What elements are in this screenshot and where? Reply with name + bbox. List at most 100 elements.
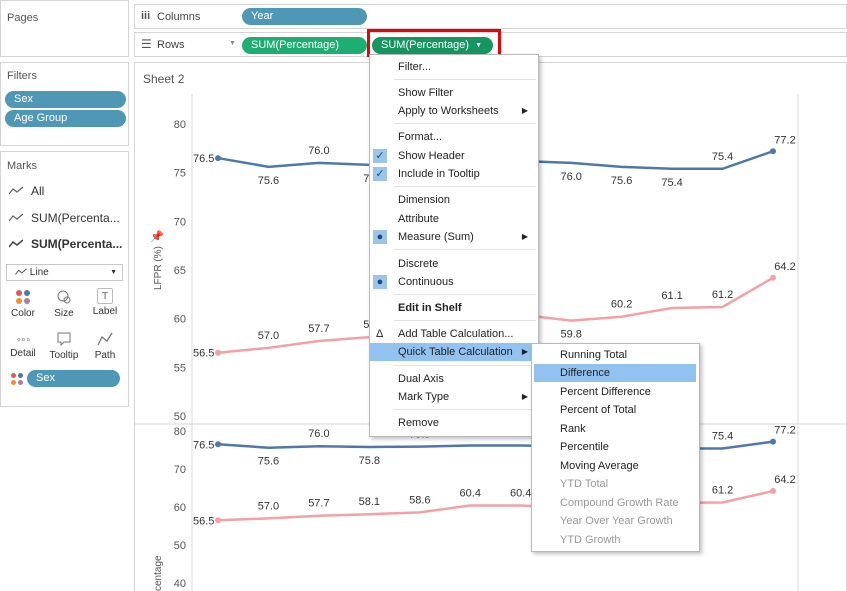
data-label: 57.7 (308, 323, 329, 335)
submenu-arrow-icon: ▶ (521, 232, 528, 241)
submenu-item-percentile[interactable]: Percentile (532, 438, 699, 456)
y-tick-label: 80 (174, 119, 186, 131)
y-tick-label: 70 (174, 464, 186, 476)
data-label: 75.6 (258, 175, 279, 187)
data-label: 56.5 (193, 515, 214, 527)
data-label: 56.5 (193, 348, 214, 360)
data-label: 76.5 (193, 153, 214, 165)
data-label: 75.4 (712, 430, 733, 442)
menu-item-label: Measure (Sum) (398, 231, 474, 243)
quick-table-calc-submenu: Running Total Difference Percent Differe… (531, 343, 700, 552)
menu-separator (394, 249, 536, 250)
data-label: 75.6 (258, 456, 279, 468)
menu-item-label: Continuous (398, 276, 454, 288)
data-point (215, 517, 221, 524)
y-tick-label: 50 (174, 411, 186, 423)
menu-item-show-header[interactable]: ✓ Show Header (370, 147, 538, 165)
menu-item-label: Mark Type (398, 391, 450, 403)
menu-item-label: Add Table Calculation... (398, 328, 514, 340)
data-label: 58.6 (409, 494, 430, 506)
menu-item-label: Show Header (398, 150, 465, 162)
submenu-item-ytd-growth: YTD Growth (560, 534, 621, 546)
checkmark-icon: ✓ (373, 149, 387, 163)
data-label: 76.0 (560, 171, 581, 183)
data-label: 57.0 (258, 330, 279, 342)
submenu-item-rank[interactable]: Rank (532, 420, 699, 438)
menu-item-mark-type[interactable]: Mark Type ▶ (370, 388, 538, 406)
bullet-icon: ● (373, 275, 387, 289)
delta-icon: Δ (376, 328, 384, 340)
data-point (215, 155, 221, 162)
y-tick-label: 75 (174, 168, 186, 180)
data-label: 77.2 (774, 134, 795, 146)
data-label: 75.4 (712, 151, 733, 163)
data-label: 61.1 (661, 290, 682, 302)
menu-item-dual-axis[interactable]: Dual Axis (370, 370, 538, 388)
menu-separator (394, 409, 536, 410)
menu-item-apply-to-worksheets[interactable]: Apply to Worksheets ▶ (370, 102, 538, 120)
data-label: 58.1 (359, 496, 380, 508)
data-point (770, 488, 776, 495)
data-point (215, 441, 221, 448)
menu-item-measure-sum[interactable]: ● Measure (Sum) ▶ (370, 228, 538, 246)
menu-item-add-table-calculation[interactable]: Δ Add Table Calculation... (370, 325, 538, 343)
submenu-item-moving-average[interactable]: Moving Average (532, 457, 699, 475)
data-label: 60.4 (510, 487, 531, 499)
data-label: 57.7 (308, 498, 329, 510)
submenu-item-difference[interactable]: Difference (534, 364, 696, 382)
menu-item-label: Quick Table Calculation (398, 346, 513, 358)
data-label: 76.0 (308, 428, 329, 440)
menu-item-discrete[interactable]: Discrete (370, 255, 538, 273)
submenu-item-running-total[interactable]: Running Total (532, 346, 699, 364)
menu-item-include-in-tooltip[interactable]: ✓ Include in Tooltip (370, 165, 538, 183)
menu-separator (394, 365, 536, 366)
menu-item-label: Apply to Worksheets (398, 105, 499, 117)
data-label: 75.8 (359, 455, 380, 467)
menu-item-edit-in-shelf[interactable]: Edit in Shelf (370, 299, 538, 317)
menu-separator (394, 123, 536, 124)
menu-item-continuous[interactable]: ● Continuous (370, 273, 538, 291)
data-point (770, 148, 776, 155)
data-label: 57.0 (258, 500, 279, 512)
data-label: 59.8 (560, 329, 581, 341)
data-point (770, 438, 776, 445)
menu-separator (394, 186, 536, 187)
y-tick-label: 65 (174, 265, 186, 277)
submenu-item-percent-difference[interactable]: Percent Difference (532, 383, 699, 401)
menu-item-remove[interactable]: Remove (370, 414, 538, 432)
data-label: 64.2 (774, 474, 795, 486)
y-tick-label: 40 (174, 578, 186, 590)
menu-separator (394, 320, 536, 321)
menu-item-attribute[interactable]: Attribute (370, 210, 538, 228)
data-point (770, 274, 776, 281)
submenu-arrow-icon: ▶ (521, 392, 528, 401)
menu-item-dimension[interactable]: Dimension (370, 191, 538, 209)
data-label: 76.5 (193, 439, 214, 451)
data-label: 76.0 (308, 145, 329, 157)
data-label: 75.6 (611, 175, 632, 187)
data-label: 61.2 (712, 484, 733, 496)
submenu-arrow-icon: ▶ (521, 347, 528, 356)
menu-separator (394, 294, 536, 295)
submenu-arrow-icon: ▶ (521, 106, 528, 115)
menu-item-format[interactable]: Format... (370, 128, 538, 146)
menu-item-filter[interactable]: Filter... (370, 58, 538, 76)
submenu-item-percent-of-total[interactable]: Percent of Total (532, 401, 699, 419)
y-tick-label: 55 (174, 362, 186, 374)
y-tick-label: 60 (174, 314, 186, 326)
menu-separator (394, 79, 536, 80)
menu-item-label: Include in Tooltip (398, 168, 480, 180)
submenu-item-year-over-year-growth: Year Over Year Growth (560, 515, 673, 527)
bullet-icon: ● (373, 230, 387, 244)
data-label: 61.2 (712, 289, 733, 301)
data-point (215, 349, 221, 356)
checkmark-icon: ✓ (373, 167, 387, 181)
data-label: 60.2 (611, 299, 632, 311)
y-tick-label: 60 (174, 502, 186, 514)
y-axis-title-2: centage (153, 555, 164, 591)
menu-item-show-filter[interactable]: Show Filter (370, 84, 538, 102)
submenu-item-ytd-total: YTD Total (560, 478, 609, 490)
data-label: 75.4 (661, 177, 682, 189)
menu-item-quick-table-calculation[interactable]: Quick Table Calculation ▶ (370, 343, 538, 361)
data-label: 64.2 (774, 261, 795, 273)
